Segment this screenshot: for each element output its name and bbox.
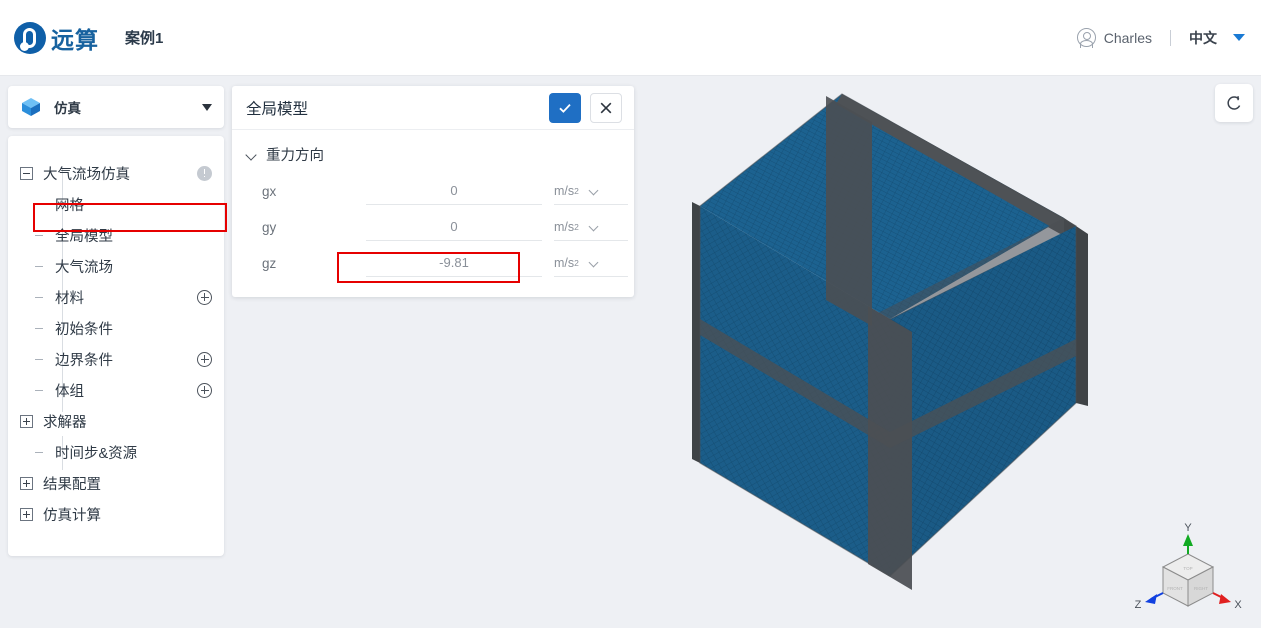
svg-text:RIGHT: RIGHT bbox=[1194, 586, 1208, 591]
tree-item-boundary-conditions[interactable]: 边界条件 bbox=[8, 344, 224, 375]
tree-item-simulation-run[interactable]: 仿真计算 bbox=[8, 499, 224, 530]
field-label-gz: gz bbox=[262, 255, 277, 271]
unit-text: m/s bbox=[554, 183, 575, 198]
sidebar-item-global-model[interactable]: 全局模型 bbox=[8, 220, 224, 251]
field-row-gx: gx m/s2 bbox=[232, 173, 634, 209]
field-gx-unit-select[interactable]: m/s 2 bbox=[554, 177, 628, 205]
chevron-down-icon bbox=[589, 258, 599, 268]
blue-cube-icon bbox=[20, 96, 42, 118]
chevron-down-icon bbox=[589, 222, 599, 232]
top-bar-right: Charles 中文 bbox=[1076, 28, 1245, 48]
brand[interactable]: 远算 bbox=[14, 21, 99, 55]
language-label[interactable]: 中文 bbox=[1189, 28, 1217, 48]
unit-exponent: 2 bbox=[574, 221, 579, 232]
tree-item-label: 网格 bbox=[55, 198, 84, 214]
tree-item-timestep-resource[interactable]: 时间步&资源 bbox=[8, 437, 224, 468]
tree-item-label: 结果配置 bbox=[43, 477, 101, 493]
tree-item-atmosphere-flow[interactable]: 大气流场 bbox=[8, 251, 224, 282]
global-model-panel: 全局模型 重力方向 gx m/s2 bbox=[232, 86, 634, 297]
svg-text:Z: Z bbox=[1135, 599, 1142, 611]
chevron-down-icon[interactable] bbox=[202, 103, 212, 111]
tree-item-label: 仿真计算 bbox=[43, 508, 101, 524]
tree-branch-icon bbox=[32, 384, 45, 397]
tree-item-label: 体组 bbox=[55, 384, 84, 400]
user-avatar-icon bbox=[1076, 28, 1096, 48]
tree-branch-icon bbox=[32, 198, 45, 211]
panel-title: 全局模型 bbox=[246, 100, 309, 118]
tree-item-atmosphere-simulation[interactable]: 大气流场仿真 bbox=[8, 158, 224, 189]
tree-item-label: 大气流场仿真 bbox=[43, 167, 130, 183]
field-row-gz: gz m/s2 bbox=[232, 245, 634, 281]
tree-item-label: 边界条件 bbox=[55, 353, 113, 369]
unit-exponent: 2 bbox=[574, 185, 579, 196]
tree-branch-icon bbox=[32, 446, 45, 459]
field-row-gy: gy m/s2 bbox=[232, 209, 634, 245]
tree-branch-icon bbox=[32, 229, 45, 242]
logo-text: 远算 bbox=[51, 26, 99, 53]
tree-item-mesh[interactable]: 网格 bbox=[8, 189, 224, 220]
chevron-down-icon[interactable] bbox=[246, 149, 257, 160]
tree-branch-icon bbox=[32, 353, 45, 366]
field-label-gx: gx bbox=[262, 183, 277, 199]
viewport-3d[interactable]: TOP FRONT RIGHT Y X Z bbox=[640, 76, 1261, 628]
panel-bottom-padding bbox=[232, 281, 634, 297]
tree-item-result-config[interactable]: 结果配置 bbox=[8, 468, 224, 499]
collapse-minus-icon[interactable] bbox=[20, 167, 33, 180]
field-label-gy: gy bbox=[262, 219, 277, 235]
tree-item-label: 求解器 bbox=[43, 415, 87, 431]
tree-item-initial-conditions[interactable]: 初始条件 bbox=[8, 313, 224, 344]
tree-item-label: 大气流场 bbox=[55, 260, 113, 276]
field-gz-unit-select[interactable]: m/s 2 bbox=[554, 249, 628, 277]
expand-plus-icon[interactable] bbox=[20, 415, 33, 428]
simulation-tree: 大气流场仿真 网格 全局模型 大气流场 材料 初始条件 边界条件 体组 求解器 … bbox=[8, 136, 224, 556]
expand-plus-icon[interactable] bbox=[20, 477, 33, 490]
tree-branch-icon bbox=[32, 260, 45, 273]
expand-plus-icon[interactable] bbox=[20, 508, 33, 521]
tree-branch-icon bbox=[32, 322, 45, 335]
sidebar-header[interactable]: 仿真 bbox=[8, 86, 224, 128]
add-volume-group-icon[interactable] bbox=[197, 383, 212, 398]
tree-item-label: 时间步&资源 bbox=[55, 446, 138, 462]
svg-text:TOP: TOP bbox=[1183, 566, 1192, 571]
svg-text:FRONT: FRONT bbox=[1167, 586, 1183, 591]
svg-text:Y: Y bbox=[1184, 522, 1192, 534]
orientation-cube[interactable]: TOP FRONT RIGHT Y X Z bbox=[1133, 522, 1243, 622]
panel-header: 全局模型 bbox=[232, 86, 634, 130]
divider bbox=[1170, 29, 1171, 46]
tree-item-label: 材料 bbox=[55, 291, 84, 307]
sidebar: 仿真 大气流场仿真 网格 全局模型 大气流场 材料 初始条件 边界条件 体组 求… bbox=[8, 86, 224, 556]
close-button[interactable] bbox=[590, 92, 622, 123]
gravity-section-header[interactable]: 重力方向 bbox=[232, 130, 634, 173]
top-bar: 远算 案例1 Charles 中文 bbox=[0, 0, 1261, 76]
tree-item-volume-group[interactable]: 体组 bbox=[8, 375, 224, 406]
caret-down-icon[interactable] bbox=[1233, 34, 1245, 41]
unit-text: m/s bbox=[554, 255, 575, 270]
tree-item-label: 初始条件 bbox=[55, 322, 113, 338]
unit-text: m/s bbox=[554, 219, 575, 234]
tree-item-label: 全局模型 bbox=[55, 229, 113, 245]
field-gy-input[interactable] bbox=[366, 213, 542, 241]
app-root: 远算 案例1 Charles 中文 仿真 大气流场仿真 网格 全局模型 大气流场… bbox=[0, 0, 1261, 628]
chevron-down-icon bbox=[589, 186, 599, 196]
field-gz-input[interactable] bbox=[366, 249, 542, 277]
field-gx-input[interactable] bbox=[366, 177, 542, 205]
svg-text:X: X bbox=[1234, 599, 1242, 611]
unit-exponent: 2 bbox=[574, 257, 579, 268]
gravity-section-title: 重力方向 bbox=[266, 148, 324, 164]
add-material-icon[interactable] bbox=[197, 290, 212, 305]
field-gy-unit-select[interactable]: m/s 2 bbox=[554, 213, 628, 241]
tree-item-material[interactable]: 材料 bbox=[8, 282, 224, 313]
tree-item-solver[interactable]: 求解器 bbox=[8, 406, 224, 437]
case-title: 案例1 bbox=[125, 30, 164, 47]
sidebar-header-label: 仿真 bbox=[54, 101, 81, 116]
user-name[interactable]: Charles bbox=[1104, 30, 1152, 46]
confirm-button[interactable] bbox=[549, 92, 581, 123]
company-logo-icon bbox=[14, 21, 46, 54]
tree-branch-icon bbox=[32, 291, 45, 304]
warning-icon bbox=[197, 166, 212, 181]
add-boundary-condition-icon[interactable] bbox=[197, 352, 212, 367]
